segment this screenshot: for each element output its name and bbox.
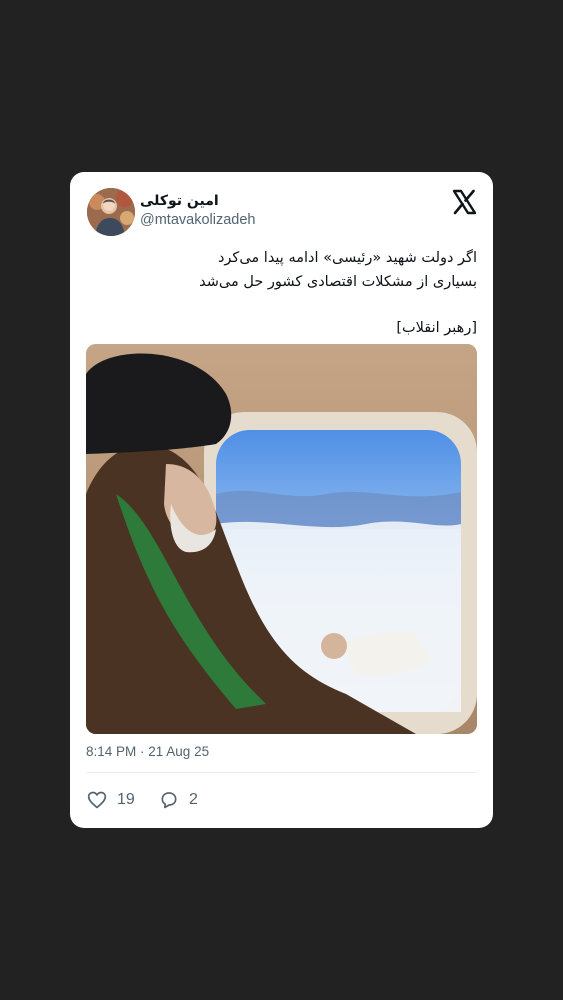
user-handle[interactable]: @mtavakolizadeh: [140, 212, 255, 228]
like-count: 19: [117, 791, 135, 808]
avatar-image: [87, 188, 135, 236]
divider: [86, 772, 477, 773]
tweet-timestamp[interactable]: 8:14 PM · 21 Aug 25: [86, 744, 209, 759]
photo-image: [86, 344, 477, 734]
avatar[interactable]: [87, 188, 135, 236]
reply-count: 2: [189, 791, 198, 808]
speech-bubble-icon: [159, 790, 179, 810]
x-logo-icon[interactable]: [451, 189, 477, 215]
heart-icon: [87, 790, 107, 810]
tweet-card: امین توکلی @mtavakolizadeh اگر دولت شهید…: [70, 172, 493, 828]
tweet-text-line: اگر دولت شهید «رئیسی» ادامه پیدا می‌کرد: [217, 250, 477, 266]
display-name[interactable]: امین توکلی: [140, 193, 219, 209]
tweet-text-line: [رهبر انقلاب]: [396, 320, 477, 336]
like-button[interactable]: 19: [87, 789, 135, 811]
reply-button[interactable]: 2: [159, 789, 198, 811]
tweet-photo[interactable]: [86, 344, 477, 734]
tweet-text-line: بسیاری از مشکلات اقتصادی کشور حل می‌شد: [199, 274, 477, 290]
tweet-text: اگر دولت شهید «رئیسی» ادامه پیدا می‌کرد …: [97, 246, 477, 340]
